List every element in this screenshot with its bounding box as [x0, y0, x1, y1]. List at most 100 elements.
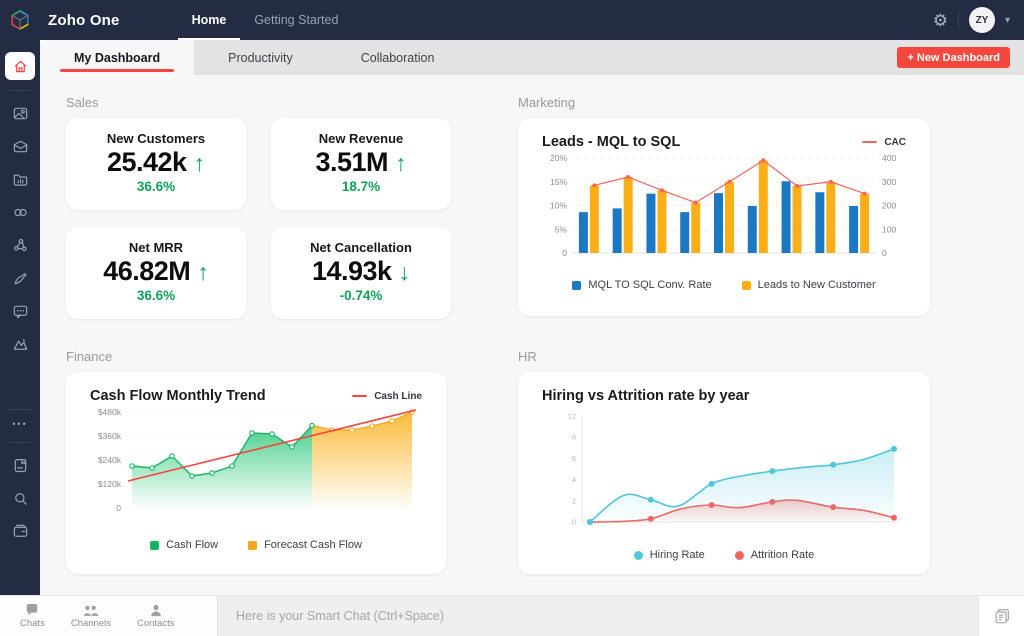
legend-attrition-rate[interactable]: Attrition Rate: [734, 549, 814, 561]
sidebar-divider: [9, 409, 31, 410]
svg-text:100: 100: [882, 224, 896, 234]
section-label-marketing: Marketing: [518, 95, 576, 110]
legend-label: Forecast Cash Flow: [264, 539, 362, 551]
sidebar-item-share[interactable]: [0, 229, 40, 262]
new-dashboard-button[interactable]: + New Dashboard: [897, 47, 1010, 68]
analytics-mountain-icon: [13, 339, 27, 350]
app-sidebar: •••: [0, 40, 40, 595]
sidebar-item-analytics[interactable]: [0, 328, 40, 361]
cash-line-legend[interactable]: Cash Line: [352, 391, 422, 402]
svg-text:12: 12: [568, 412, 576, 421]
section-label-sales: Sales: [66, 95, 99, 110]
link-icon: [13, 208, 27, 217]
svg-text:20%: 20%: [550, 153, 567, 163]
content-area: My Dashboard Productivity Collaboration …: [40, 40, 1024, 595]
contacts-button[interactable]: Contacts: [136, 604, 175, 629]
kpi-title: New Revenue: [318, 131, 404, 146]
cac-legend[interactable]: CAC: [862, 137, 906, 148]
svg-text:200: 200: [882, 201, 896, 211]
settings-gear-icon[interactable]: ⚙: [933, 12, 948, 29]
top-bar: Zoho One Home Getting Started ⚙ ZY ▾: [0, 0, 1024, 40]
chart-title: Leads - MQL to SQL: [542, 134, 681, 150]
chats-button[interactable]: Chats: [20, 603, 45, 629]
svg-text:0: 0: [116, 503, 121, 513]
kpi-title: New Customers: [106, 131, 206, 146]
marketing-chart-header: Leads - MQL to SQL CAC: [542, 134, 906, 150]
svg-text:2: 2: [572, 496, 576, 505]
svg-text:10%: 10%: [550, 201, 567, 211]
sidebar-item-compose[interactable]: [0, 262, 40, 295]
search-icon: [14, 493, 27, 505]
nav-home[interactable]: Home: [178, 0, 241, 40]
home-icon: [14, 60, 26, 72]
sidebar-item-notebook[interactable]: [0, 449, 40, 482]
more-apps-icon[interactable]: •••: [12, 416, 27, 432]
trend-up-icon: ↑: [197, 259, 209, 285]
avatar-caret-icon[interactable]: ▾: [1005, 15, 1010, 26]
legend-hiring-rate[interactable]: Hiring Rate: [633, 549, 705, 561]
chart-title: Cash Flow Monthly Trend: [90, 388, 266, 404]
nav-getting-started[interactable]: Getting Started: [240, 0, 352, 40]
cash-line-legend-label: Cash Line: [374, 390, 422, 402]
cac-line-swatch-icon: [862, 140, 878, 144]
marketing-legend: MQL TO SQL Conv. Rate Leads to New Custo…: [542, 279, 906, 291]
sidebar-item-home[interactable]: [5, 52, 35, 80]
sidebar-item-reports[interactable]: [0, 163, 40, 196]
sidebar-item-gallery[interactable]: [0, 97, 40, 130]
share-nodes-icon: [13, 238, 27, 252]
kpi-card-net-cancellation: Net Cancellation 14.93k ↓ -0.74%: [271, 227, 451, 319]
kpi-value: 14.93k: [311, 256, 392, 286]
chat-shortcuts: Chats Channels Contacts: [0, 596, 218, 636]
chats-label: Chats: [20, 617, 45, 629]
channels-button[interactable]: Channels: [71, 604, 111, 629]
svg-text:300: 300: [882, 177, 896, 187]
contacts-label: Contacts: [136, 617, 175, 629]
zoho-logo[interactable]: [0, 0, 40, 40]
kpi-title: Net Cancellation: [310, 240, 412, 255]
legend-forecast-cash-flow[interactable]: Forecast Cash Flow: [248, 539, 362, 551]
green-series-swatch-icon: [150, 540, 160, 550]
legend-cash-flow[interactable]: Cash Flow: [150, 539, 218, 551]
kpi-card-new-revenue: New Revenue 3.51M ↑ 18.7%: [271, 118, 451, 210]
tab-collaboration[interactable]: Collaboration: [327, 40, 469, 75]
kpi-value: 3.51M: [315, 147, 389, 177]
orange-series-swatch-icon: [248, 540, 258, 550]
blue-series-swatch-icon: [572, 280, 582, 290]
topbar-actions: ⚙ ZY ▾: [933, 7, 1024, 33]
finance-chart-card: Cash Flow Monthly Trend Cash Line 0 $120k…: [66, 372, 446, 574]
svg-text:8: 8: [572, 433, 576, 442]
smart-chat-bar: Chats Channels Contacts Here is your Sma…: [0, 595, 1024, 636]
documents-button[interactable]: [978, 596, 1024, 636]
tab-my-dashboard[interactable]: My Dashboard: [40, 40, 195, 75]
svg-text:$480k: $480k: [98, 407, 122, 417]
chats-icon: [27, 603, 38, 615]
legend-leads-to-new-customer[interactable]: Leads to New Customer: [741, 279, 876, 291]
top-nav: Home Getting Started: [178, 0, 353, 40]
sidebar-item-search-apps[interactable]: [0, 482, 40, 515]
gallery-icon: [13, 107, 27, 120]
avatar[interactable]: ZY: [968, 7, 995, 33]
tab-productivity[interactable]: Productivity: [194, 40, 327, 75]
kpi-card-new-customers: New Customers 25.42k ↑ 36.6%: [66, 118, 246, 210]
svg-text:4: 4: [572, 475, 576, 484]
sidebar-item-chat[interactable]: [0, 295, 40, 328]
chart-title: Hiring vs Attrition rate by year: [542, 388, 750, 404]
kpi-change: 36.6%: [136, 288, 176, 303]
sidebar-item-link[interactable]: [0, 196, 40, 229]
zoho-one-dashboard: Zoho One Home Getting Started ⚙ ZY ▾ •••…: [0, 0, 1024, 636]
hr-chart-card: Hiring vs Attrition rate by year 12 8 6 4 2 0…: [518, 372, 930, 574]
sidebar-item-wallet[interactable]: [0, 515, 40, 548]
sidebar-divider: [9, 90, 31, 91]
legend-label: Cash Flow: [166, 539, 219, 551]
legend-mql-to-sql[interactable]: MQL TO SQL Conv. Rate: [572, 279, 712, 291]
sidebar-divider: [9, 442, 31, 443]
section-label-hr: HR: [518, 349, 537, 364]
legend-label: MQL TO SQL Conv. Rate: [588, 279, 712, 291]
svg-text:$240k: $240k: [98, 455, 122, 465]
channels-icon: [83, 605, 99, 616]
svg-text:0: 0: [562, 248, 567, 258]
finance-chart-header: Cash Flow Monthly Trend Cash Line: [90, 388, 422, 404]
sidebar-item-mail[interactable]: [0, 130, 40, 163]
zoho-cube-icon: [11, 10, 29, 30]
smart-chat-input[interactable]: Here is your Smart Chat (Ctrl+Space): [218, 596, 978, 636]
